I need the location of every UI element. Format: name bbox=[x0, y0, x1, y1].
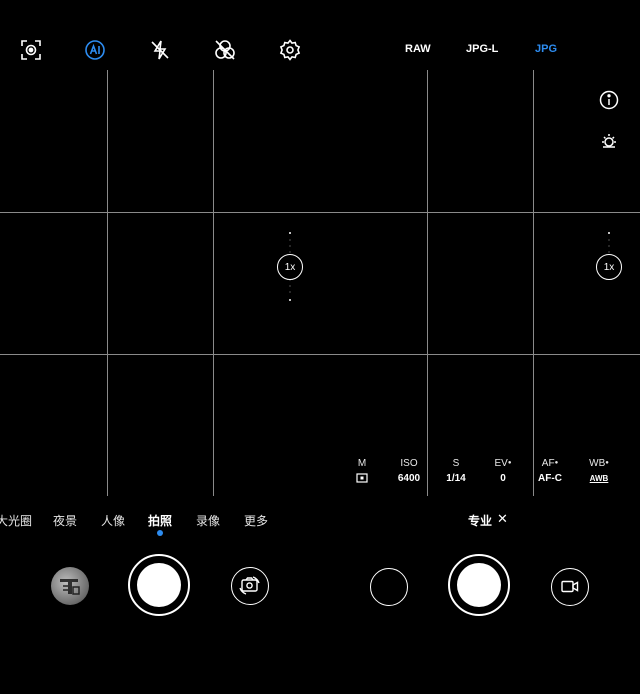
grid-line-h1 bbox=[0, 212, 640, 213]
video-icon[interactable] bbox=[551, 568, 589, 606]
settings-icon[interactable] bbox=[278, 38, 302, 62]
secondary-circle[interactable] bbox=[370, 568, 408, 606]
param-value: 0 bbox=[500, 473, 506, 484]
filter-icon[interactable] bbox=[213, 38, 237, 62]
mode-night[interactable]: 夜景 bbox=[53, 512, 77, 529]
auto-dot: ● bbox=[507, 460, 512, 466]
param-label: S bbox=[452, 458, 460, 469]
shutter-button[interactable] bbox=[448, 554, 510, 616]
active-mode-indicator bbox=[157, 530, 163, 536]
format-jpg[interactable]: JPG bbox=[535, 43, 557, 55]
grid-line-h2 bbox=[0, 354, 640, 355]
param-value: AWB bbox=[589, 474, 609, 483]
mode-portrait[interactable]: 人像 bbox=[101, 512, 125, 529]
param-label: AF● bbox=[541, 458, 559, 469]
param-af[interactable]: AF● AF-C bbox=[525, 458, 575, 486]
param-value: 6400 bbox=[397, 473, 421, 484]
switch-camera-icon[interactable] bbox=[231, 567, 269, 605]
param-shutter[interactable]: S 1/14 bbox=[431, 458, 481, 486]
param-label: WB● bbox=[589, 458, 609, 469]
scene-frame-icon[interactable] bbox=[19, 38, 43, 62]
flash-off-icon[interactable] bbox=[148, 38, 172, 62]
param-value: 1/14 bbox=[446, 473, 466, 484]
grid-line-v1 bbox=[107, 70, 108, 496]
mode-more[interactable]: 更多 bbox=[244, 512, 268, 529]
ai-icon[interactable] bbox=[83, 38, 107, 62]
pro-mode-label: 专业 bbox=[468, 514, 493, 528]
mode-video[interactable]: 录像 bbox=[196, 512, 220, 529]
param-label: ISO bbox=[400, 458, 418, 469]
close-pro-mode-button[interactable]: ✕ bbox=[497, 511, 508, 527]
param-ev[interactable]: EV● 0 bbox=[478, 458, 528, 486]
gallery-thumbnail[interactable] bbox=[51, 567, 89, 605]
zoom-button[interactable]: 1x bbox=[596, 254, 622, 280]
zoom-scale-dots bbox=[608, 232, 610, 256]
mode-photo[interactable]: 拍照 bbox=[148, 512, 172, 529]
param-metering[interactable]: M bbox=[337, 458, 387, 486]
mode-aperture[interactable]: 大光圈 bbox=[0, 512, 32, 529]
param-label: M bbox=[357, 458, 367, 469]
shutter-inner bbox=[137, 563, 181, 607]
info-icon[interactable] bbox=[598, 89, 620, 111]
brightness-icon[interactable] bbox=[598, 130, 620, 152]
grid-line-v4 bbox=[533, 70, 534, 496]
format-raw[interactable]: RAW bbox=[405, 43, 431, 55]
grid-line-v3 bbox=[427, 70, 428, 496]
auto-dot: ● bbox=[605, 460, 609, 466]
metering-icon bbox=[337, 472, 387, 486]
format-jpg-l[interactable]: JPG-L bbox=[466, 43, 498, 55]
param-value: AF-C bbox=[538, 473, 562, 484]
param-label: EV● bbox=[494, 458, 512, 469]
grid-line-v2 bbox=[213, 70, 214, 496]
zoom-button[interactable]: 1x bbox=[277, 254, 303, 280]
param-wb[interactable]: WB● AWB bbox=[574, 458, 624, 486]
shutter-button[interactable] bbox=[128, 554, 190, 616]
shutter-inner bbox=[457, 563, 501, 607]
param-iso[interactable]: ISO 6400 bbox=[384, 458, 434, 486]
auto-dot: ● bbox=[554, 460, 559, 466]
